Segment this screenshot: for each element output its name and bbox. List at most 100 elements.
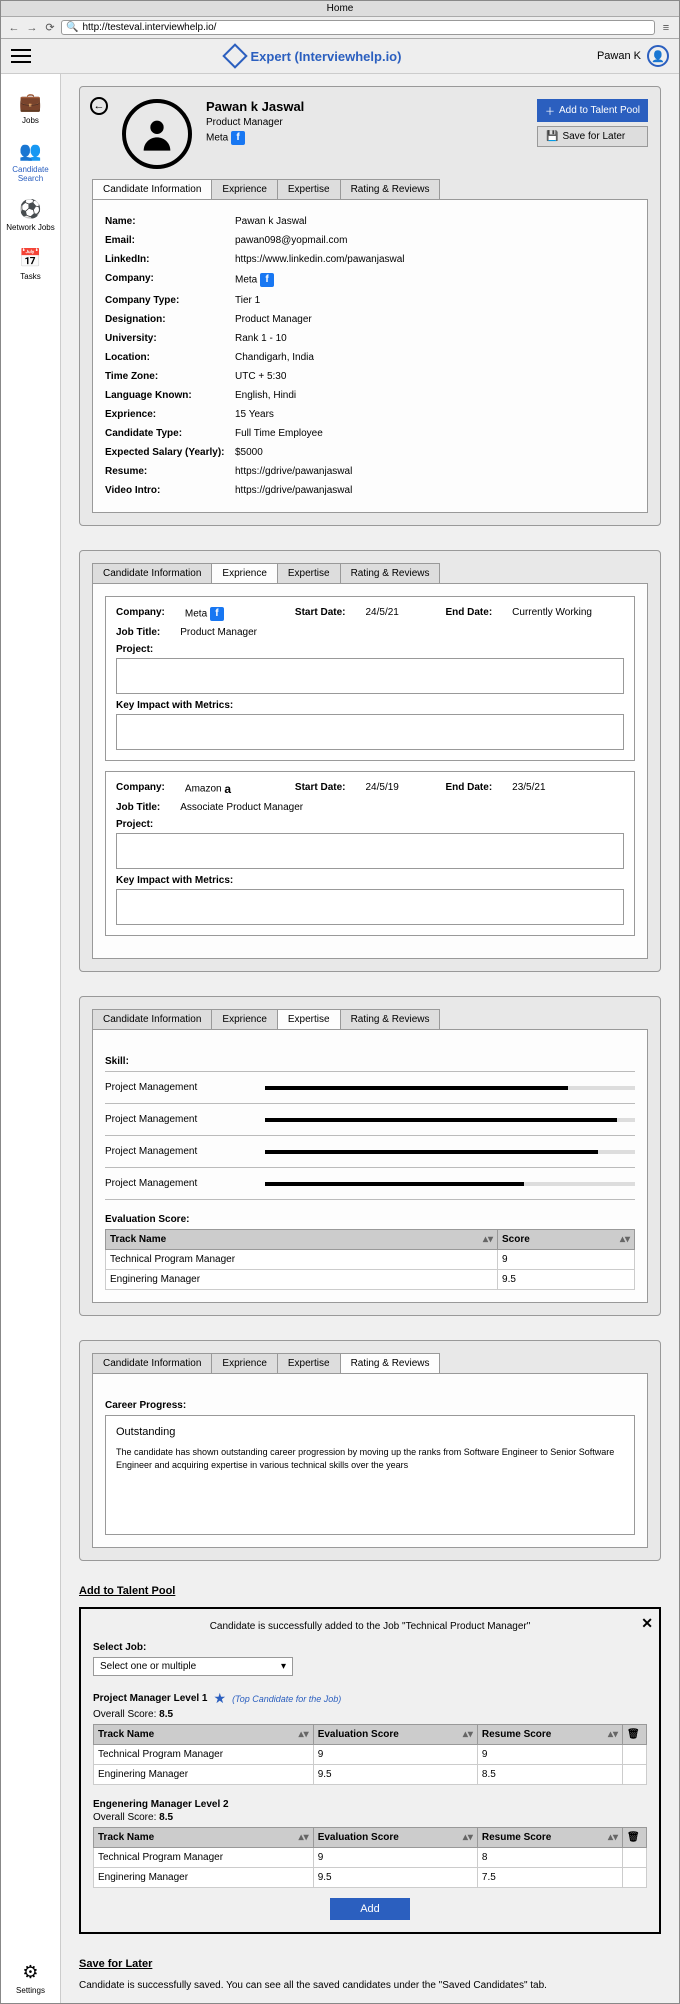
career-progress-label: Career Progress:	[105, 1400, 635, 1411]
back-icon[interactable]: ←	[90, 97, 108, 115]
hamburger-icon[interactable]	[11, 49, 31, 63]
trash-icon[interactable]: 🗑	[627, 1832, 640, 1843]
project-label: Project:	[116, 644, 624, 655]
star-icon: ★	[214, 1690, 227, 1707]
review-headline: Outstanding	[116, 1426, 624, 1438]
tab-candidate-information[interactable]: Candidate Information	[92, 179, 212, 199]
briefcase-icon: 💼	[19, 92, 41, 113]
skill-bar	[265, 1086, 635, 1090]
overall-score: Overall Score: 8.5	[93, 1812, 647, 1823]
info-value: https://www.linkedin.com/pawanjaswal	[235, 254, 635, 265]
skill-name: Project Management	[105, 1178, 265, 1189]
save-later-heading: Save for Later	[79, 1958, 661, 1970]
candidate-avatar	[122, 99, 192, 169]
project-input[interactable]	[116, 833, 624, 869]
top-candidate-label: (Top Candidate for the Job)	[232, 1694, 341, 1704]
table-header[interactable]: Track Name▴▾	[106, 1230, 498, 1250]
sort-icon: ▴▾	[463, 1832, 473, 1843]
sidebar-item-jobs[interactable]: 💼Jobs	[17, 84, 43, 133]
tab-exprience[interactable]: Exprience	[211, 1009, 277, 1029]
facebook-icon: f	[210, 607, 224, 621]
tab-expertise[interactable]: Expertise	[277, 179, 341, 199]
add-button[interactable]: Add	[330, 1898, 410, 1920]
sort-icon: ▴▾	[608, 1729, 618, 1740]
tab-rating-reviews[interactable]: Rating & Reviews	[340, 1009, 441, 1029]
save-for-later-button[interactable]: 💾Save for Later	[537, 126, 648, 147]
forward-btn[interactable]: →	[25, 21, 39, 35]
info-value: https://gdrive/pawanjaswal	[235, 485, 635, 496]
impact-input[interactable]	[116, 714, 624, 750]
tab-exprience[interactable]: Exprience	[211, 1353, 277, 1373]
tab-candidate-information[interactable]: Candidate Information	[92, 1353, 212, 1373]
sort-icon: ▴▾	[299, 1832, 309, 1843]
info-value: Rank 1 - 10	[235, 333, 635, 344]
job-name: Engenering Manager Level 2	[93, 1799, 229, 1810]
reload-btn[interactable]: ⟳	[43, 21, 57, 35]
window-title: Home	[1, 1, 679, 17]
network-icon: ⚽	[19, 199, 41, 220]
table-header[interactable]: Track Name▴▾	[94, 1725, 314, 1745]
group-icon: 👥	[19, 141, 41, 162]
table-header[interactable]: Score▴▾	[498, 1230, 635, 1250]
table-header[interactable]: Resume Score▴▾	[477, 1828, 622, 1848]
info-value: $5000	[235, 447, 635, 458]
add-talent-pool-heading: Add to Talent Pool	[79, 1585, 661, 1597]
sort-icon: ▴▾	[483, 1234, 493, 1245]
menu-btn[interactable]: ≡	[659, 21, 673, 35]
tab-rating-reviews[interactable]: Rating & Reviews	[340, 1353, 441, 1373]
project-input[interactable]	[116, 658, 624, 694]
tab-candidate-information[interactable]: Candidate Information	[92, 563, 212, 583]
table-row: Enginering Manager9.58.5	[94, 1765, 647, 1785]
table-header[interactable]: Evaluation Score▴▾	[313, 1828, 477, 1848]
info-value: English, Hindi	[235, 390, 635, 401]
tab-rating-reviews[interactable]: Rating & Reviews	[340, 563, 441, 583]
skill-heading: Skill:	[105, 1056, 635, 1067]
user-chip[interactable]: Pawan K 👤	[597, 45, 669, 67]
info-label: Resume:	[105, 466, 235, 477]
info-label: Email:	[105, 235, 235, 246]
add-talent-pool-button[interactable]: ＋Add to Talent Pool	[537, 99, 648, 122]
table-row: Technical Program Manager9	[106, 1250, 635, 1270]
table-header[interactable]: Evaluation Score▴▾	[313, 1725, 477, 1745]
skill-bar	[265, 1118, 635, 1122]
user-avatar-icon: 👤	[647, 45, 669, 67]
impact-label: Key Impact with Metrics:	[116, 875, 624, 886]
tab-exprience[interactable]: Exprience	[211, 563, 277, 583]
tab-exprience[interactable]: Exprience	[211, 179, 277, 199]
url-input[interactable]	[82, 22, 650, 33]
project-label: Project:	[116, 819, 624, 830]
candidate-name: Pawan k Jaswal	[206, 99, 523, 114]
impact-input[interactable]	[116, 889, 624, 925]
tab-expertise[interactable]: Expertise	[277, 563, 341, 583]
calendar-icon: 📅	[19, 248, 41, 269]
plus-icon: ＋	[545, 103, 555, 118]
sort-icon: ▴▾	[463, 1729, 473, 1740]
sidebar-item-settings[interactable]: ⚙Settings	[14, 1954, 47, 2003]
skill-bar	[265, 1182, 635, 1186]
sidebar-item-tasks[interactable]: 📅Tasks	[17, 240, 43, 289]
table-header[interactable]: Track Name▴▾	[94, 1828, 314, 1848]
tab-rating-reviews[interactable]: Rating & Reviews	[340, 179, 441, 199]
trash-icon[interactable]: 🗑	[627, 1729, 640, 1740]
close-icon[interactable]: ✕	[641, 1615, 653, 1632]
info-value: pawan098@yopmail.com	[235, 235, 635, 246]
chevron-down-icon: ▾	[281, 1661, 286, 1672]
tab-candidate-information[interactable]: Candidate Information	[92, 1009, 212, 1029]
tab-expertise[interactable]: Expertise	[277, 1353, 341, 1373]
skill-name: Project Management	[105, 1114, 265, 1125]
sidebar-item-network-jobs[interactable]: ⚽Network Jobs	[4, 191, 56, 240]
back-btn[interactable]: ←	[7, 21, 21, 35]
info-value: https://gdrive/pawanjaswal	[235, 466, 635, 477]
info-value: 15 Years	[235, 409, 635, 420]
info-label: Company Type:	[105, 295, 235, 306]
info-label: Name:	[105, 216, 235, 227]
info-label: Exprience:	[105, 409, 235, 420]
select-job-label: Select Job:	[93, 1642, 647, 1653]
job-select[interactable]: Select one or multiple▾	[93, 1657, 293, 1676]
info-value: UTC + 5:30	[235, 371, 635, 382]
tab-expertise[interactable]: Expertise	[277, 1009, 341, 1029]
info-value: Product Manager	[235, 314, 635, 325]
sidebar-item-candidate-search[interactable]: 👥Candidate Search	[1, 133, 60, 191]
info-value: Tier 1	[235, 295, 635, 306]
table-header[interactable]: Resume Score▴▾	[477, 1725, 622, 1745]
